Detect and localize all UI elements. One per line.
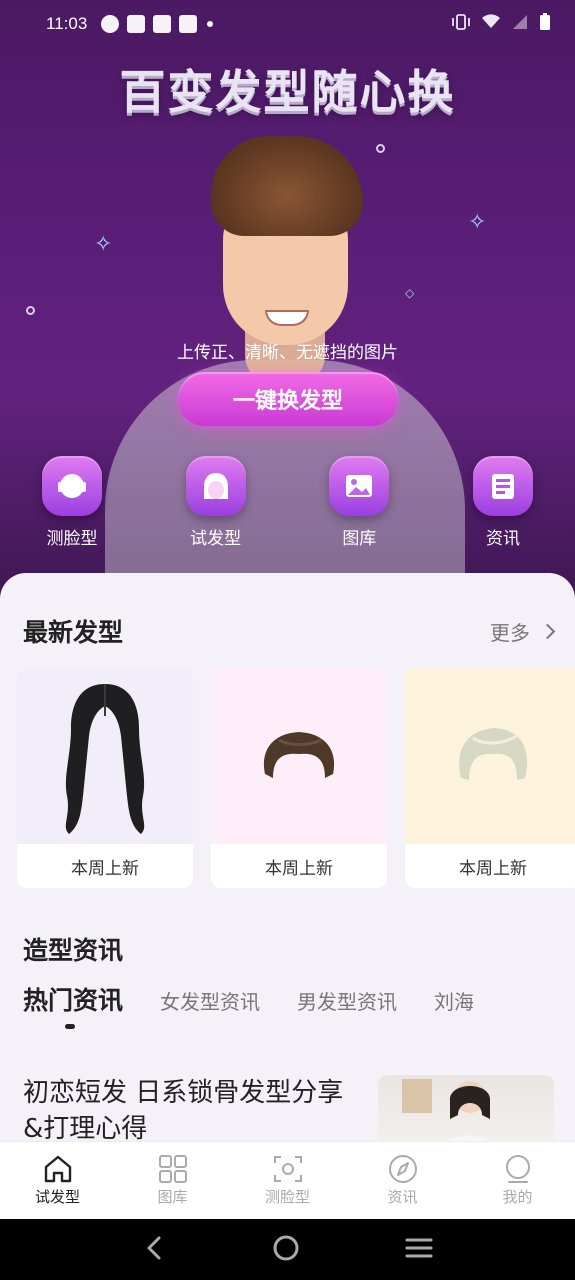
upload-hint: 上传正、清晰、无遮挡的图片 <box>177 343 398 363</box>
quick-actions: 测脸型 试发型 图库 资讯 <box>0 456 575 549</box>
more-label: 更多 <box>490 620 530 645</box>
latest-title: 最新发型 <box>23 618 124 647</box>
home-circle-icon[interactable] <box>272 1234 300 1266</box>
more-notifications-icon <box>207 21 214 27</box>
sparkle-icon: ✧ <box>468 210 487 235</box>
profile-icon <box>505 1155 530 1183</box>
nav-label: 资讯 <box>387 1188 418 1206</box>
nav-label: 测脸型 <box>264 1188 310 1206</box>
more-button[interactable]: 更多 <box>490 617 556 646</box>
quick-action-news[interactable]: 资讯 <box>472 456 533 549</box>
signal-icon <box>511 14 529 35</box>
news-tabs: 热门资讯 女发型资讯 男发型资讯 刘海 <box>23 981 511 1029</box>
tab-men-hair-news[interactable]: 男发型资讯 <box>297 986 397 1015</box>
quick-action-label: 测脸型 <box>46 529 98 549</box>
hero-title: 百变发型随心换 <box>119 65 456 119</box>
change-hairstyle-button[interactable]: 一键换发型 <box>178 372 398 426</box>
nav-face-shape[interactable]: 测脸型 <box>230 1142 345 1219</box>
menu-icon[interactable] <box>405 1236 433 1264</box>
card-label: 本周上新 <box>265 858 333 879</box>
mail-icon <box>153 15 172 33</box>
home-icon <box>44 1155 71 1183</box>
nav-label: 试发型 <box>34 1188 80 1206</box>
card-label: 本周上新 <box>71 858 139 879</box>
status-time: 11:03 <box>46 14 88 33</box>
nav-news[interactable]: 资讯 <box>345 1142 460 1219</box>
article-thumbnail <box>378 1075 554 1143</box>
grid-icon <box>158 1155 187 1183</box>
hairstyle-thumbnail <box>17 668 193 844</box>
quick-action-gallery[interactable]: 图库 <box>329 456 390 549</box>
chevron-right-icon <box>539 623 556 639</box>
content-panel: 最新发型 更多 本周上新 本周上新 本周上新 造型资讯 热门资讯 女发型资讯 男… <box>0 573 575 1143</box>
hero-banner: 百变发型随心换 ✧ ✧ ◇ 上传正、清晰、无遮挡的图片 一键换发型 测脸型 试发… <box>0 0 575 600</box>
news-icon <box>472 456 533 516</box>
back-icon[interactable] <box>143 1234 167 1266</box>
gallery-icon <box>329 456 390 516</box>
nav-try-hair[interactable]: 试发型 <box>0 1142 115 1219</box>
hairstyle-thumbnail <box>405 668 575 844</box>
news-article[interactable]: 初恋短发 日系锁骨发型分享&打理心得 <box>23 1075 554 1143</box>
compass-icon <box>388 1155 417 1183</box>
short-brown-hair-icon <box>263 732 335 778</box>
nav-label: 图库 <box>157 1188 188 1206</box>
battery-icon <box>539 12 551 36</box>
circle-decoration <box>26 306 35 315</box>
speed-icon <box>101 15 120 33</box>
article-title: 初恋短发 日系锁骨发型分享&打理心得 <box>23 1078 344 1143</box>
latest-section-header: 最新发型 更多 <box>23 613 556 649</box>
latest-hairstyle-list: 本周上新 本周上新 本周上新 <box>17 668 575 888</box>
nav-gallery[interactable]: 图库 <box>115 1142 230 1219</box>
long-black-hair-icon <box>65 684 145 834</box>
quick-action-label: 图库 <box>342 529 377 549</box>
mail-icon <box>179 15 198 33</box>
face-shape-icon <box>42 456 102 516</box>
scan-icon <box>273 1156 302 1182</box>
tab-hot-news[interactable]: 热门资讯 <box>23 981 123 1029</box>
quick-action-label: 试发型 <box>190 529 242 549</box>
nav-profile[interactable]: 我的 <box>460 1142 575 1219</box>
hairstyle-card[interactable]: 本周上新 <box>405 668 575 888</box>
wifi-icon <box>481 13 501 35</box>
quick-action-try-hair[interactable]: 试发型 <box>185 456 246 549</box>
bottom-navigation: 试发型 图库 测脸型 资讯 我的 <box>0 1141 575 1219</box>
short-blonde-hair-icon <box>459 728 528 780</box>
system-navigation-bar <box>0 1219 575 1280</box>
hairstyle-card[interactable]: 本周上新 <box>17 668 193 888</box>
tab-bangs[interactable]: 刘海 <box>434 986 474 1015</box>
mail-icon <box>127 15 146 33</box>
card-label: 本周上新 <box>459 858 527 879</box>
vibrate-icon <box>451 13 471 35</box>
hairstyle-card[interactable]: 本周上新 <box>211 668 387 888</box>
quick-action-face-shape[interactable]: 测脸型 <box>42 456 102 549</box>
news-section-title: 造型资讯 <box>23 936 124 965</box>
nav-label: 我的 <box>502 1188 533 1206</box>
status-bar: 11:03 <box>0 0 575 48</box>
hairstyle-thumbnail <box>211 668 387 844</box>
hair-try-icon <box>185 456 246 516</box>
quick-action-label: 资讯 <box>485 529 520 549</box>
tab-women-hair-news[interactable]: 女发型资讯 <box>160 986 260 1015</box>
